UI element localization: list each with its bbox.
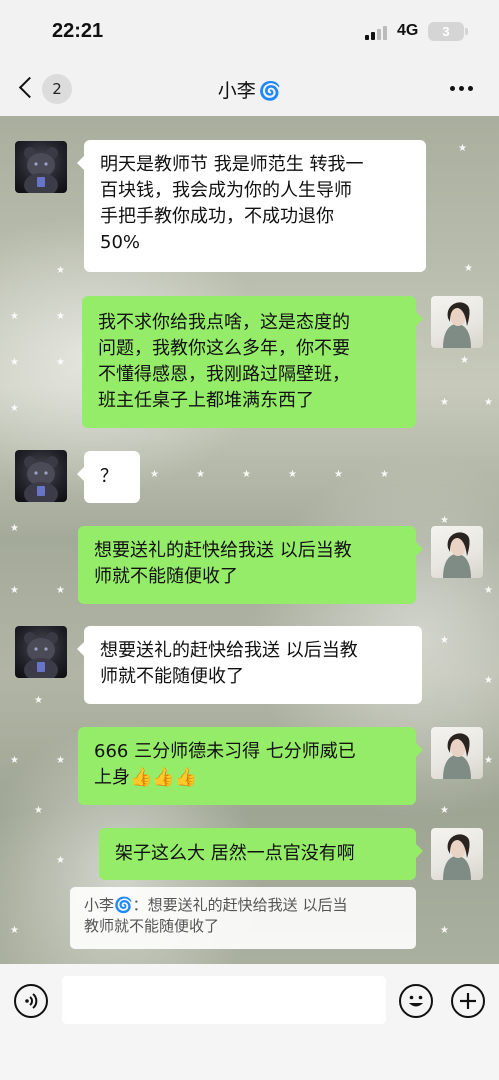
more-button[interactable]: [448, 86, 476, 94]
message-line: 问题，我教你这么多年，你不要: [98, 338, 350, 359]
message-line: 百块钱，我会成为你的人生导师: [100, 180, 352, 201]
contact-avatar[interactable]: [15, 626, 67, 678]
message-bubble-outgoing[interactable]: 我不求你给我点啥，这是态度的 问题，我教你这么多年，你不要 不懂得感恩，我刚路过…: [82, 296, 423, 428]
message-bubble-incoming[interactable]: ？: [77, 451, 140, 503]
contact-avatar[interactable]: [15, 450, 67, 502]
voice-icon: [25, 993, 38, 1009]
message-input[interactable]: [62, 976, 386, 1024]
my-avatar[interactable]: [431, 296, 483, 348]
input-bar: [0, 964, 499, 1080]
battery-icon: 3: [428, 22, 468, 41]
plus-icon: [460, 993, 476, 1009]
my-avatar[interactable]: [431, 828, 483, 880]
message-line: 不懂得感恩，我刚路过隔壁班，: [98, 364, 350, 385]
message-line: 班主任桌子上都堆满东西了: [98, 390, 314, 411]
quoted-message[interactable]: 小李🌀：想要送礼的赶快给我送 以后当 教师就不能随便收了: [70, 887, 416, 949]
message-line: 50%: [100, 232, 141, 253]
emoji-button[interactable]: [399, 984, 433, 1018]
chat-area[interactable]: ★ ★ ★ ★ ★ ★ ★ ★ ★ ★ ★ ★ ★ ★ ★ ★ ★ ★ ★ ★ …: [0, 116, 499, 964]
message-line: ？: [100, 466, 118, 487]
message-line: 666 三分师德未习得 七分师威已: [94, 741, 356, 762]
emoji-icon: [409, 995, 423, 1007]
message-line: 上身👍👍👍: [94, 767, 198, 788]
chat-title[interactable]: 小李 🌀: [0, 76, 499, 103]
nav-bar: 2 小李 🌀: [0, 62, 499, 116]
contact-avatar[interactable]: [15, 141, 67, 193]
message-line: 明天是教师节 我是师范生 转我一: [100, 154, 364, 175]
message-bubble-outgoing[interactable]: 666 三分师德未习得 七分师威已 上身👍👍👍: [78, 727, 423, 805]
message-line: 手把手教你成功，不成功退你: [100, 206, 334, 227]
message-line: 想要送礼的赶快给我送 以后当教: [100, 640, 358, 661]
my-avatar[interactable]: [431, 526, 483, 578]
quote-line: 小李🌀：想要送礼的赶快给我送 以后当: [84, 896, 348, 914]
my-avatar[interactable]: [431, 727, 483, 779]
message-bubble-incoming[interactable]: 想要送礼的赶快给我送 以后当教 师就不能随便收了: [77, 626, 422, 704]
chat-title-text: 小李: [217, 80, 256, 102]
network-label: 4G: [397, 22, 419, 39]
message-line: 我不求你给我点啥，这是态度的: [98, 312, 350, 333]
message-line: 架子这么大 居然一点官没有啊: [115, 843, 355, 864]
status-time: 22:21: [52, 20, 104, 42]
message-bubble-outgoing[interactable]: 想要送礼的赶快给我送 以后当教 师就不能随便收了: [78, 526, 423, 604]
quote-line: 教师就不能随便收了: [84, 917, 220, 935]
more-icon: [450, 86, 455, 91]
status-bar: 22:21 4G 3: [0, 0, 499, 62]
plus-button[interactable]: [451, 984, 485, 1018]
signal-icon: [365, 24, 391, 40]
message-bubble-incoming[interactable]: 明天是教师节 我是师范生 转我一 百块钱，我会成为你的人生导师 手把手教你成功，…: [77, 140, 426, 272]
message-line: 师就不能随便收了: [94, 566, 238, 587]
voice-button[interactable]: [14, 984, 48, 1018]
message-bubble-outgoing[interactable]: 架子这么大 居然一点官没有啊: [99, 828, 423, 880]
message-line: 师就不能随便收了: [100, 666, 244, 687]
swirl-icon: 🌀: [258, 81, 282, 102]
message-line: 想要送礼的赶快给我送 以后当教: [94, 540, 352, 561]
